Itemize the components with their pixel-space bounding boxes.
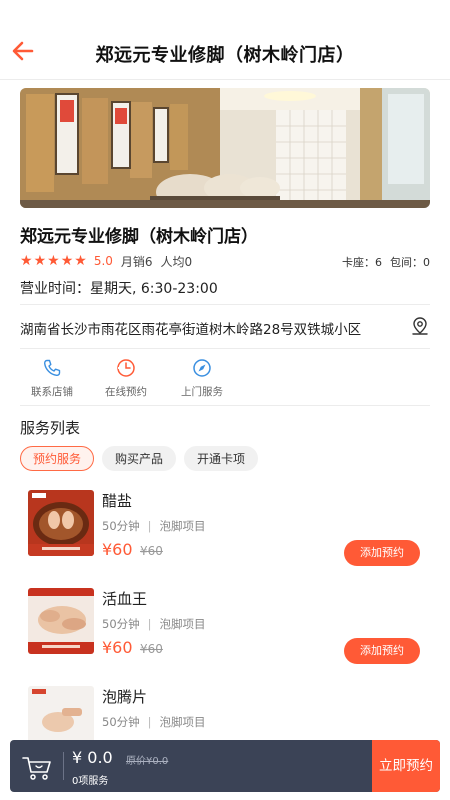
service-category: 泡脚项目 — [159, 715, 206, 729]
service-list-title: 服务列表 — [20, 419, 81, 437]
tab-booking-service[interactable]: 预约服务 — [20, 446, 95, 471]
online-booking-button[interactable]: 在线预约 — [94, 358, 158, 399]
location-button[interactable] — [410, 316, 430, 336]
average-price: 人均0 — [160, 254, 193, 269]
service-tabs: 预约服务 购买产品 开通卡项 — [20, 446, 266, 471]
meta-separator: | — [147, 617, 152, 631]
add-booking-button[interactable]: 添加预约 — [344, 540, 420, 566]
compass-icon — [193, 359, 211, 377]
service-meta: 50分钟 | 泡脚项目 — [102, 616, 206, 632]
service-name: 活血王 — [102, 590, 148, 608]
service-category: 泡脚项目 — [159, 617, 206, 631]
service-image — [28, 490, 94, 556]
service-image — [28, 588, 94, 654]
shop-address[interactable]: 湖南省长沙市雨花区雨花亭街道树木岭路28号双铁城小区 — [20, 318, 361, 338]
service-duration: 50分钟 — [102, 519, 140, 533]
action-label: 在线预约 — [105, 386, 147, 398]
service-meta: 50分钟 | 泡脚项目 — [102, 714, 206, 730]
service-name: 泡腾片 — [102, 688, 148, 706]
star-icon: ★ — [47, 253, 60, 269]
divider — [20, 304, 430, 305]
service-item[interactable]: 醋盐 50分钟 | 泡脚项目 ¥60 ¥60 添加预约 — [28, 490, 430, 580]
book-now-button[interactable]: 立即预约 — [372, 740, 440, 792]
divider — [20, 405, 430, 406]
private-rooms: 包间：0 — [390, 256, 430, 269]
cart-original-price: 原价¥0.0 — [126, 756, 169, 767]
shop-interior-photo — [20, 88, 430, 208]
rating-score: 5.0 — [93, 254, 113, 268]
service-duration: 50分钟 — [102, 715, 140, 729]
tab-buy-products[interactable]: 购买产品 — [102, 446, 177, 471]
service-category: 泡脚项目 — [159, 519, 206, 533]
service-item[interactable]: 活血王 50分钟 | 泡脚项目 ¥60 ¥60 添加预约 — [28, 588, 430, 678]
cart-button[interactable] — [20, 750, 54, 784]
cart-divider — [63, 752, 64, 780]
shopping-cart-icon — [22, 757, 51, 780]
cart-total: ¥ 0.0 — [72, 748, 113, 767]
monthly-sales: 月销6 — [120, 254, 153, 269]
shop-banner-image — [20, 88, 430, 208]
action-label: 联系店铺 — [31, 386, 73, 398]
star-icon: ★ — [60, 253, 74, 269]
add-booking-button[interactable]: 添加预约 — [344, 638, 420, 664]
star-icon: ★ — [20, 253, 33, 269]
service-original-price: ¥60 — [140, 544, 163, 558]
service-meta: 50分钟 | 泡脚项目 — [102, 518, 206, 534]
cart-bar: ¥ 0.0 原价¥0.0 0项服务 立即预约 — [10, 740, 440, 792]
rating-stars: ★ ★ ★ ★ ★ — [20, 254, 88, 268]
service-duration: 50分钟 — [102, 617, 140, 631]
action-label: 上门服务 — [181, 386, 223, 398]
business-hours: 营业时间：星期天, 6:30-23:00 — [20, 281, 218, 297]
phone-icon — [43, 359, 61, 377]
home-service-button[interactable]: 上门服务 — [170, 358, 234, 399]
rating-row: ★ ★ ★ ★ ★ 5.0 月销6 人均0 — [20, 253, 192, 269]
clock-icon — [117, 359, 135, 377]
card-seats: 卡座：6 — [342, 256, 382, 269]
tab-open-card[interactable]: 开通卡项 — [184, 446, 259, 471]
star-icon: ★ — [74, 253, 87, 269]
service-original-price: ¥60 — [140, 642, 163, 656]
page-title: 郑远元专业修脚（树木岭门店） — [95, 45, 355, 66]
divider — [20, 348, 430, 349]
cart-service-count: 0项服务 — [72, 776, 109, 787]
star-icon: ★ — [33, 253, 47, 269]
shop-name: 郑远元专业修脚（树木岭门店） — [20, 227, 258, 247]
contact-shop-button[interactable]: 联系店铺 — [20, 358, 84, 399]
meta-separator: | — [147, 519, 152, 533]
service-name: 醋盐 — [102, 492, 133, 510]
app-header: 郑远元专业修脚（树木岭门店） — [0, 0, 450, 80]
meta-separator: | — [147, 715, 152, 729]
service-price: ¥60 — [102, 540, 133, 559]
seat-info: 卡座：6 包间：0 — [334, 254, 430, 270]
location-pin-icon — [412, 317, 428, 335]
foot-soak-photo — [28, 490, 94, 556]
service-price: ¥60 — [102, 638, 133, 657]
foot-massage-photo — [28, 588, 94, 654]
